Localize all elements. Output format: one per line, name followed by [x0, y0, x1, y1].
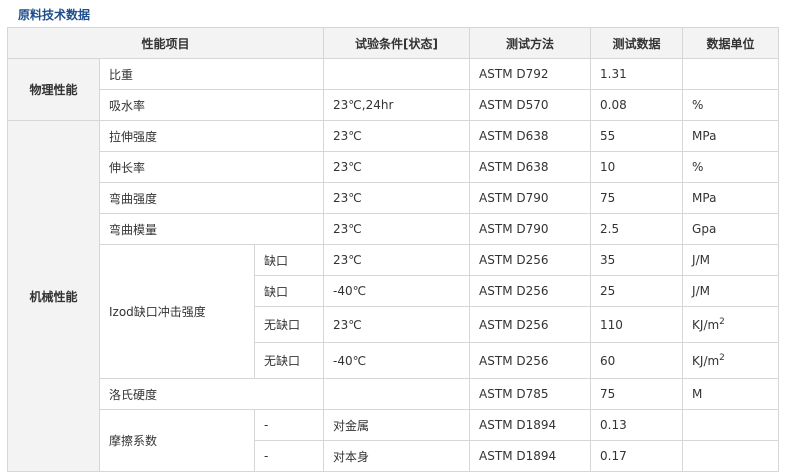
sub-condition: 无缺口 [253, 342, 325, 379]
property-name: 吸水率 [98, 89, 325, 121]
test-unit: M [682, 378, 780, 410]
test-condition [323, 58, 471, 90]
sub-condition: - [253, 440, 325, 472]
test-method: ASTM D256 [469, 275, 592, 307]
category-physical: 物理性能 [7, 58, 100, 121]
table-header-row: 性能项目 试验条件[状态] 测试方法 测试数据 数据单位 [6, 27, 780, 59]
test-value: 60 [590, 342, 684, 379]
property-name: 洛氏硬度 [98, 378, 325, 410]
sub-condition: 无缺口 [253, 306, 325, 343]
property-name-friction: 摩擦系数 [99, 409, 255, 472]
header-condition: 试验条件[状态] [323, 27, 471, 59]
unit-text: KJ/m [692, 354, 720, 368]
test-condition: 23℃ [323, 182, 471, 214]
test-value: 0.13 [590, 409, 684, 441]
test-value: 1.31 [590, 58, 684, 90]
test-unit: Gpa [682, 213, 780, 245]
test-method: ASTM D1894 [469, 409, 592, 441]
test-method: ASTM D790 [469, 182, 592, 214]
test-method: ASTM D638 [469, 151, 592, 183]
table-row: 摩擦系数 - 对金属 ASTM D1894 0.13 [8, 409, 780, 472]
test-condition: 23℃ [323, 213, 471, 245]
test-value: 0.17 [590, 440, 684, 472]
header-property: 性能项目 [6, 27, 325, 59]
property-name: 比重 [98, 58, 325, 90]
unit-superscript: 2 [719, 317, 725, 327]
page-title: 原料技术数据 [18, 8, 91, 22]
test-unit: % [682, 151, 780, 183]
test-unit: % [682, 89, 780, 121]
material-spec-table: 性能项目 试验条件[状态] 测试方法 测试数据 数据单位 物理性能 比重 AST… [6, 27, 780, 472]
property-name: 弯曲强度 [98, 182, 325, 214]
test-method: ASTM D256 [469, 342, 592, 379]
sub-condition: 缺口 [253, 275, 325, 307]
property-name-izod: Izod缺口冲击强度 [99, 244, 255, 379]
test-condition: -40℃ [323, 275, 471, 307]
test-condition: 23℃ [323, 151, 471, 183]
header-unit: 数据单位 [682, 27, 780, 59]
test-condition [323, 378, 471, 410]
property-name: 伸长率 [98, 151, 325, 183]
test-method: ASTM D792 [469, 58, 592, 90]
test-value: 75 [590, 378, 684, 410]
unit-superscript: 2 [719, 353, 725, 363]
test-unit [682, 409, 780, 441]
test-value: 110 [590, 306, 684, 343]
test-value: 0.08 [590, 89, 684, 121]
test-unit: MPa [682, 182, 780, 214]
unit-text: KJ/m [692, 318, 720, 332]
test-condition: 对本身 [323, 440, 471, 472]
test-unit [682, 58, 780, 90]
test-value: 35 [590, 244, 684, 276]
table-row: Izod缺口冲击强度 缺口 23℃ ASTM D256 35 J/M [8, 244, 780, 379]
sub-condition: 缺口 [253, 244, 325, 276]
test-condition: -40℃ [323, 342, 471, 379]
test-value: 55 [590, 120, 684, 152]
test-unit: KJ/m2 [682, 306, 780, 343]
test-condition: 23℃ [323, 306, 471, 343]
table-row: 洛氏硬度 ASTM D785 75 M [8, 378, 780, 410]
test-value: 25 [590, 275, 684, 307]
test-value: 75 [590, 182, 684, 214]
test-method: ASTM D1894 [469, 440, 592, 472]
test-condition: 23℃ [323, 244, 471, 276]
test-method: ASTM D790 [469, 213, 592, 245]
test-value: 10 [590, 151, 684, 183]
table-row: 弯曲模量 23℃ ASTM D790 2.5 Gpa [8, 213, 780, 245]
category-mechanical: 机械性能 [7, 120, 100, 472]
test-unit: J/M [682, 244, 780, 276]
test-method: ASTM D256 [469, 244, 592, 276]
test-condition: 23℃ [323, 120, 471, 152]
property-name: 弯曲模量 [98, 213, 325, 245]
test-unit [682, 440, 780, 472]
test-unit: J/M [682, 275, 780, 307]
test-value: 2.5 [590, 213, 684, 245]
test-condition: 23℃,24hr [323, 89, 471, 121]
test-method: ASTM D638 [469, 120, 592, 152]
property-name: 拉伸强度 [98, 120, 325, 152]
test-method: ASTM D570 [469, 89, 592, 121]
table-row: 机械性能 拉伸强度 23℃ ASTM D638 55 MPa [7, 120, 780, 472]
test-method: ASTM D785 [469, 378, 592, 410]
test-unit: KJ/m2 [682, 342, 780, 379]
header-method: 测试方法 [469, 27, 592, 59]
sub-condition: - [253, 409, 325, 441]
table-row: 伸长率 23℃ ASTM D638 10 % [8, 151, 780, 183]
table-row: 吸水率 23℃,24hr ASTM D570 0.08 % [8, 89, 780, 121]
test-method: ASTM D256 [469, 306, 592, 343]
test-condition: 对金属 [323, 409, 471, 441]
header-value: 测试数据 [590, 27, 684, 59]
table-row: 物理性能 比重 ASTM D792 1.31 [7, 58, 780, 121]
table-row: 弯曲强度 23℃ ASTM D790 75 MPa [8, 182, 780, 214]
test-unit: MPa [682, 120, 780, 152]
